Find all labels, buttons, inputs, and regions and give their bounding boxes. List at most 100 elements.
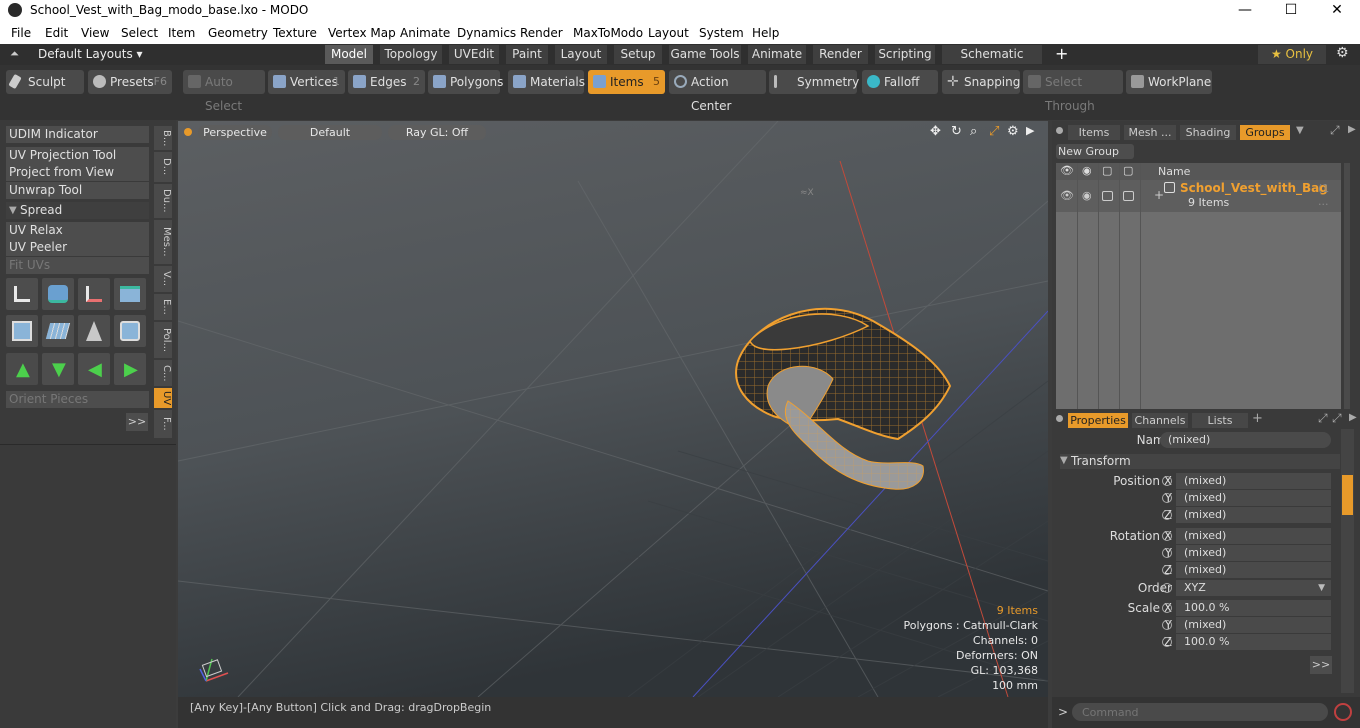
- vtab-mes[interactable]: Mes...: [154, 220, 172, 264]
- auto-select-button[interactable]: Auto Select: [183, 70, 265, 113]
- viewport-settings-icon[interactable]: ⚙: [1007, 124, 1019, 139]
- tab-groups[interactable]: Groups: [1240, 125, 1290, 140]
- uv-cube-icon[interactable]: [6, 315, 38, 347]
- uv-box-icon[interactable]: [114, 278, 146, 310]
- align-right-icon[interactable]: ▶: [114, 353, 146, 385]
- pan-icon[interactable]: ✥: [930, 124, 941, 139]
- vtab-e[interactable]: E...: [154, 294, 172, 320]
- vtab-pol[interactable]: Pol...: [154, 322, 172, 358]
- menu-item[interactable]: Item: [168, 26, 195, 40]
- tab-paint[interactable]: Paint: [506, 45, 548, 64]
- position-x-field[interactable]: (mixed): [1176, 473, 1331, 489]
- uv-rotate-icon[interactable]: [42, 278, 74, 310]
- shading-dropdown[interactable]: Default: [278, 125, 382, 140]
- orient-pieces-button[interactable]: Orient Pieces: [6, 391, 149, 408]
- minimize-button[interactable]: —: [1222, 0, 1268, 22]
- vtab-f[interactable]: F...: [154, 410, 172, 438]
- viewport-menu-dot[interactable]: [184, 128, 192, 136]
- tab-mesh[interactable]: Mesh ...: [1124, 125, 1176, 140]
- tab-schematic-fusion[interactable]: Schematic Fusion: [942, 45, 1042, 80]
- tab-properties[interactable]: Properties: [1068, 413, 1128, 428]
- render-col-icon[interactable]: ◉: [1082, 164, 1092, 177]
- rotation-x-field[interactable]: (mixed): [1176, 528, 1331, 544]
- rotation-z-field[interactable]: (mixed): [1176, 562, 1331, 578]
- menu-help[interactable]: Help: [752, 26, 779, 40]
- tab-lists[interactable]: Lists: [1192, 413, 1248, 428]
- panel-menu-dot[interactable]: [1056, 127, 1063, 134]
- expand-arrow-icon[interactable]: ▶: [1026, 124, 1034, 137]
- new-group-button[interactable]: New Group: [1056, 144, 1134, 159]
- raygl-toggle[interactable]: Ray GL: Off: [388, 125, 486, 140]
- perspective-dropdown[interactable]: Perspective: [198, 125, 272, 140]
- menu-render[interactable]: Render: [520, 26, 563, 40]
- vtab-c[interactable]: C...: [154, 360, 172, 386]
- name-column-header[interactable]: Name: [1158, 165, 1190, 178]
- menu-select[interactable]: Select: [121, 26, 158, 40]
- position-y-field[interactable]: (mixed): [1176, 490, 1331, 506]
- tab-shading[interactable]: Shading: [1180, 125, 1236, 140]
- uv-move-icon[interactable]: [78, 278, 110, 310]
- tab-uvedit[interactable]: UVEdit: [449, 45, 499, 64]
- rotation-y-key-icon[interactable]: [1162, 548, 1172, 558]
- only-toggle[interactable]: ★ Only: [1258, 45, 1326, 64]
- menu-system[interactable]: System: [699, 26, 744, 40]
- tab-topology[interactable]: Topology: [380, 45, 442, 64]
- tab-render[interactable]: Render: [813, 45, 868, 64]
- snapping-button[interactable]: ✛ Snapping: [942, 70, 1020, 94]
- panel-expand-icon[interactable]: ⤢: [1330, 123, 1340, 138]
- rotation-y-field[interactable]: (mixed): [1176, 545, 1331, 561]
- vertices-button[interactable]: Vertices 1: [268, 70, 345, 94]
- name-field[interactable]: (mixed): [1160, 432, 1331, 448]
- menu-edit[interactable]: Edit: [45, 26, 68, 40]
- uv-grid-icon[interactable]: [42, 315, 74, 347]
- group-name[interactable]: School_Vest_with_Bag: [1180, 181, 1328, 195]
- materials-button[interactable]: Materials: [508, 70, 585, 94]
- uv-projection-tool-button[interactable]: UV Projection Tool: [6, 147, 149, 164]
- lock-col-icon[interactable]: ▢: [1102, 164, 1112, 177]
- align-left-icon[interactable]: ◀: [78, 353, 110, 385]
- menu-vertex-map[interactable]: Vertex Map: [328, 26, 396, 40]
- udim-indicator-button[interactable]: UDIM Indicator: [6, 126, 149, 143]
- maximize-button[interactable]: ☐: [1268, 0, 1314, 22]
- workplane-button[interactable]: WorkPlane: [1126, 70, 1212, 94]
- tab-setup[interactable]: Setup: [614, 45, 662, 64]
- maximize-view-icon[interactable]: ⤢: [989, 124, 999, 139]
- position-z-field[interactable]: (mixed): [1176, 507, 1331, 523]
- menu-layout[interactable]: Layout: [648, 26, 689, 40]
- select-through-button[interactable]: Select Through: [1023, 70, 1123, 113]
- uv-cone-icon[interactable]: [78, 315, 110, 347]
- menu-file[interactable]: File: [11, 26, 31, 40]
- symmetry-button[interactable]: Symmetry: [769, 70, 859, 94]
- close-button[interactable]: ✕: [1314, 0, 1360, 22]
- expand-plus-icon[interactable]: +: [1154, 188, 1164, 202]
- render-toggle-icon[interactable]: ◉: [1082, 189, 1092, 202]
- tab-channels[interactable]: Channels: [1132, 413, 1188, 428]
- menu-maxtomodo[interactable]: MaxToModo: [573, 26, 643, 40]
- vtab-d[interactable]: D...: [154, 152, 172, 182]
- uv-relax-button[interactable]: UV Relax: [6, 222, 149, 239]
- menu-animate[interactable]: Animate: [400, 26, 450, 40]
- align-down-icon[interactable]: ▼: [42, 353, 74, 385]
- falloff-button[interactable]: Falloff: [862, 70, 938, 94]
- scale-y-key-icon[interactable]: [1162, 620, 1172, 630]
- action-center-button[interactable]: Action Center: [669, 70, 766, 113]
- order-dropdown[interactable]: XYZ ▼: [1176, 580, 1331, 596]
- more-button[interactable]: >>: [126, 413, 148, 431]
- scale-z-field[interactable]: 100.0 %: [1176, 634, 1331, 650]
- vtab-du[interactable]: Du...: [154, 184, 172, 218]
- position-x-key-icon[interactable]: [1162, 476, 1172, 486]
- order-key-icon[interactable]: [1162, 583, 1172, 593]
- sculpt-button[interactable]: Sculpt: [6, 70, 84, 94]
- select-col-icon[interactable]: ▢: [1123, 164, 1133, 177]
- layout-dropdown[interactable]: Default Layouts ▾: [38, 47, 143, 61]
- menu-dynamics[interactable]: Dynamics: [457, 26, 516, 40]
- tab-animate[interactable]: Animate: [748, 45, 806, 64]
- vtab-b[interactable]: B...: [154, 126, 172, 150]
- uv-peeler-button[interactable]: UV Peeler: [6, 239, 149, 256]
- scale-z-key-icon[interactable]: [1162, 637, 1172, 647]
- project-from-view-button[interactable]: Project from View: [6, 164, 149, 181]
- tab-layout[interactable]: Layout: [555, 45, 607, 64]
- rotation-z-key-icon[interactable]: [1162, 565, 1172, 575]
- add-tab-icon[interactable]: +: [1252, 411, 1263, 426]
- record-icon[interactable]: [1334, 703, 1352, 721]
